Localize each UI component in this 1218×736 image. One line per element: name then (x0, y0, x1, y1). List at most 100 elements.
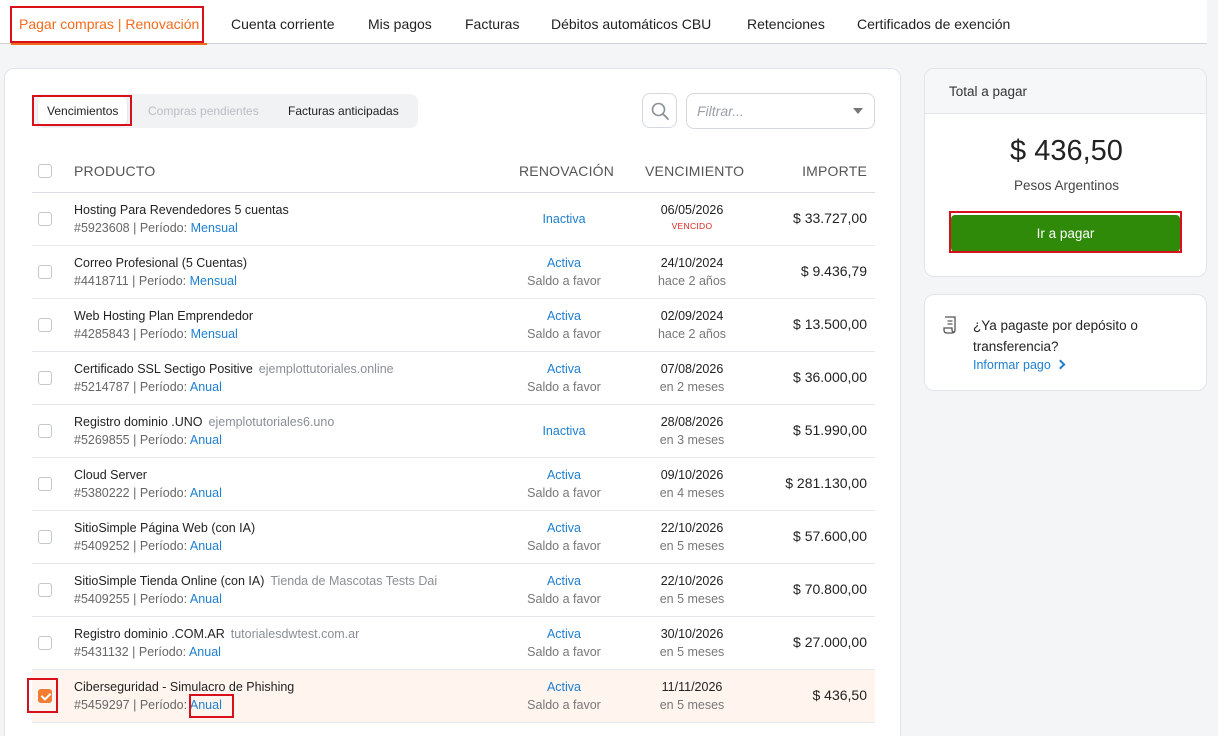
inform-payment-label[interactable]: Informar pago (973, 358, 1051, 372)
renewal-cell: Activa Saldo a favor (504, 521, 624, 553)
period-label: | Período: (133, 327, 188, 341)
renewal-cell: Activa Saldo a favor (504, 680, 624, 712)
product-id: #5459297 (74, 698, 130, 712)
row-checkbox[interactable] (38, 424, 52, 438)
renewal-cell: Inactiva (504, 212, 624, 226)
renewal-status[interactable]: Inactiva (504, 424, 624, 438)
product-meta: #5409252 | Período: Anual (74, 539, 222, 553)
due-cell: 22/10/2026 en 5 meses (632, 521, 752, 553)
row-checkbox[interactable] (38, 318, 52, 332)
product-id: #5409252 (74, 539, 130, 553)
renewal-status[interactable]: Activa (504, 627, 624, 641)
table-row[interactable]: Hosting Para Revendedores 5 cuentas #5923… (32, 193, 875, 246)
due-date: 06/05/2026 (660, 203, 724, 217)
tab-mis-pagos[interactable]: Mis pagos (368, 0, 432, 44)
due-relative: en 5 meses (659, 698, 725, 712)
row-checkbox[interactable] (38, 477, 52, 491)
table-row[interactable]: SitioSimple Página Web (con IA) #5409252 … (32, 511, 875, 564)
due-date: 11/11/2026 (661, 680, 723, 694)
period-link[interactable]: Anual (190, 433, 222, 447)
due-cell: 02/09/2024 hace 2 años (632, 309, 752, 341)
due-date: 22/10/2026 (660, 521, 724, 535)
row-checkbox[interactable] (38, 265, 52, 279)
product-meta: #5409255 | Período: Anual (74, 592, 222, 606)
period-link[interactable]: Anual (190, 486, 222, 500)
renewal-sub: Saldo a favor (527, 486, 601, 500)
table-row[interactable]: Certificado SSL Sectigo Positive ejemplot… (32, 352, 875, 405)
product-domain: tutorialesdwtest.com.ar (230, 627, 360, 641)
renewal-status[interactable]: Activa (504, 574, 624, 588)
period-link[interactable]: Anual (189, 645, 221, 659)
tab-pagar-compras[interactable]: Pagar compras | Renovación (10, 0, 208, 45)
due-date: 24/10/2024 (660, 256, 724, 270)
product-name: Cloud Server (74, 468, 147, 482)
renewal-status[interactable]: Activa (504, 680, 624, 694)
subtab-vencimientos[interactable]: Vencimientos (38, 97, 128, 125)
renewal-status[interactable]: Inactiva (504, 212, 624, 226)
renewal-cell: Activa Saldo a favor (504, 574, 624, 606)
row-checkbox[interactable] (38, 371, 52, 385)
product-meta: #5431132 | Período: Anual (74, 645, 221, 659)
product-domain: Tienda de Mascotas Tests Dai (270, 574, 438, 588)
product-name: Correo Profesional (5 Cuentas) (74, 256, 247, 270)
table-row[interactable]: Registro dominio .UNO ejemplotutoriales6.… (32, 405, 875, 458)
amount: $ 436,50 (812, 687, 868, 703)
product-name: SitioSimple Tienda Online (con IA) (74, 574, 265, 588)
tab-debitos-automaticos[interactable]: Débitos automáticos CBU (551, 0, 711, 44)
period-link[interactable]: Anual (190, 539, 222, 553)
due-relative: en 3 meses (659, 433, 725, 447)
total-card: Total a pagar $ 436,50 Pesos Argentinos … (924, 68, 1207, 277)
table-row[interactable]: Correo Profesional (5 Cuentas) #4418711 |… (32, 246, 875, 299)
search-button[interactable] (642, 93, 677, 128)
tab-cuenta-corriente[interactable]: Cuenta corriente (231, 0, 335, 44)
product-id: #4418711 (74, 274, 129, 288)
renewal-sub: Saldo a favor (527, 380, 601, 394)
amount: $ 27.000,00 (793, 634, 867, 650)
product-meta: #5459297 | Período: Anual (74, 698, 222, 712)
product-id: #5431132 (74, 645, 129, 659)
period-link[interactable]: Anual (190, 380, 222, 394)
amount: $ 9.436,79 (800, 263, 867, 279)
amount: $ 51.990,00 (793, 422, 867, 438)
table-row[interactable]: SitioSimple Tienda Online (con IA) Tienda… (32, 564, 875, 617)
period-link[interactable]: Anual (190, 592, 222, 606)
product-name: Hosting Para Revendedores 5 cuentas (74, 203, 289, 217)
renewal-cell: Inactiva (504, 424, 624, 438)
filter-select[interactable] (686, 93, 875, 129)
tab-retenciones[interactable]: Retenciones (747, 0, 825, 44)
product-name: Certificado SSL Sectigo Positive (74, 362, 253, 376)
period-link[interactable]: Anual (190, 698, 222, 712)
renewal-status[interactable]: Activa (504, 256, 624, 270)
tab-facturas[interactable]: Facturas (465, 0, 519, 44)
renewal-sub: Saldo a favor (527, 698, 601, 712)
product-name-line: Ciberseguridad - Simulacro de Phishing (74, 680, 294, 694)
row-checkbox[interactable] (38, 583, 52, 597)
renewal-status[interactable]: Activa (504, 468, 624, 482)
inform-payment-link[interactable]: Informar pago (973, 358, 1066, 372)
renewal-status[interactable]: Activa (504, 362, 624, 376)
table-row[interactable]: Cloud Server #5380222 | Período: Anual Act… (32, 458, 875, 511)
period-link[interactable]: Mensual (191, 221, 238, 235)
period-label: | Período: (133, 539, 188, 553)
table-row[interactable]: Registro dominio .COM.AR tutorialesdwtest… (32, 617, 875, 670)
row-checkbox[interactable] (38, 212, 52, 226)
tab-certificados-exencion[interactable]: Certificados de exención (857, 0, 1010, 44)
period-link[interactable]: Mensual (190, 274, 237, 288)
due-cell: 28/08/2026 en 3 meses (632, 415, 752, 447)
subtab-facturas-anticipadas[interactable]: Facturas anticipadas (288, 94, 399, 128)
row-checkbox[interactable] (38, 636, 52, 650)
product-name-line: SitioSimple Tienda Online (con IA) Tienda… (74, 574, 437, 588)
table-row[interactable]: Ciberseguridad - Simulacro de Phishing #5… (32, 670, 875, 723)
renewal-status[interactable]: Activa (504, 521, 624, 535)
product-name-line: Correo Profesional (5 Cuentas) (74, 256, 247, 270)
pay-button[interactable]: Ir a pagar (951, 215, 1180, 252)
row-checkbox[interactable] (38, 530, 52, 544)
renewal-status[interactable]: Activa (504, 309, 624, 323)
table-row[interactable]: Web Hosting Plan Emprendedor #4285843 | P… (32, 299, 875, 352)
amount: $ 13.500,00 (793, 316, 867, 332)
overdue-badge: VENCIDO (671, 221, 713, 231)
row-checkbox[interactable] (38, 689, 52, 703)
period-link[interactable]: Mensual (191, 327, 238, 341)
renewal-sub: Saldo a favor (527, 645, 601, 659)
select-all-checkbox[interactable] (38, 164, 52, 178)
